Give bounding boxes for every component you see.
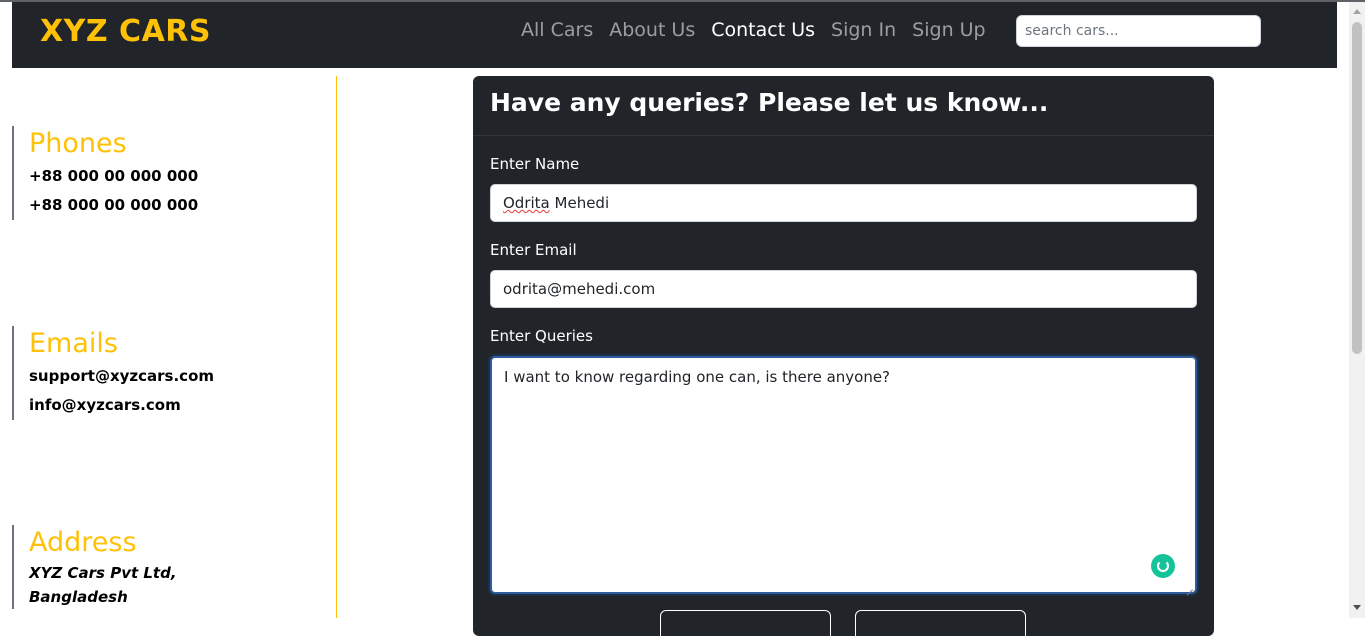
form-heading: Have any queries? Please let us know...: [490, 88, 1049, 117]
nav-link-contact-us[interactable]: Contact Us: [711, 19, 815, 41]
email-label: Enter Email: [490, 241, 577, 259]
scroll-up-arrow-icon[interactable]: [1349, 6, 1365, 18]
grammarly-icon[interactable]: [1151, 554, 1175, 578]
column-divider: [336, 76, 337, 618]
address-title: Address: [29, 527, 137, 558]
emails-section: Emails support@xyzcars.com info@xyzcars.…: [12, 326, 214, 420]
address-line: XYZ Cars Pvt Ltd,: [29, 564, 177, 582]
scrollbar-thumb[interactable]: [1352, 22, 1362, 354]
card-header: Have any queries? Please let us know...: [473, 76, 1214, 136]
phones-section: Phones +88 000 00 000 000 +88 000 00 000…: [12, 126, 198, 220]
queries-textarea[interactable]: I want to know regarding one can, is the…: [490, 356, 1197, 594]
nav-link-all-cars[interactable]: All Cars: [521, 19, 593, 41]
email-address: support@xyzcars.com: [29, 367, 215, 385]
resize-handle-icon[interactable]: [1185, 582, 1193, 590]
address-line: Bangladesh: [29, 588, 128, 606]
name-label: Enter Name: [490, 155, 580, 173]
emails-title: Emails: [29, 328, 118, 359]
phone-number: +88 000 00 000 000: [29, 196, 199, 214]
contact-form-card: Have any queries? Please let us know... …: [473, 76, 1214, 644]
submit-button[interactable]: [660, 610, 831, 644]
name-value-misspelled: Odrita: [503, 194, 550, 212]
phones-title: Phones: [29, 128, 127, 159]
navbar: XYZ CARS All Cars About Us Contact Us Si…: [12, 2, 1337, 68]
nav-link-sign-in[interactable]: Sign In: [831, 19, 896, 41]
reset-button[interactable]: [855, 610, 1026, 644]
scroll-down-arrow-icon[interactable]: [1349, 602, 1365, 614]
name-field[interactable]: Odrita Mehedi: [490, 184, 1197, 222]
phone-number: +88 000 00 000 000: [29, 167, 199, 185]
search-input[interactable]: [1016, 15, 1261, 47]
email-field[interactable]: odrita@mehedi.com: [490, 270, 1197, 308]
address-section: Address XYZ Cars Pvt Ltd, Bangladesh: [12, 525, 177, 609]
page-scrollbar[interactable]: [1349, 2, 1365, 618]
queries-label: Enter Queries: [490, 327, 593, 345]
email-address: info@xyzcars.com: [29, 396, 181, 414]
name-value: Mehedi: [549, 194, 610, 212]
brand-logo[interactable]: XYZ CARS: [40, 14, 211, 49]
nav-link-sign-up[interactable]: Sign Up: [912, 19, 985, 41]
nav-links: All Cars About Us Contact Us Sign In Sig…: [521, 19, 986, 41]
nav-link-about-us[interactable]: About Us: [609, 19, 695, 41]
